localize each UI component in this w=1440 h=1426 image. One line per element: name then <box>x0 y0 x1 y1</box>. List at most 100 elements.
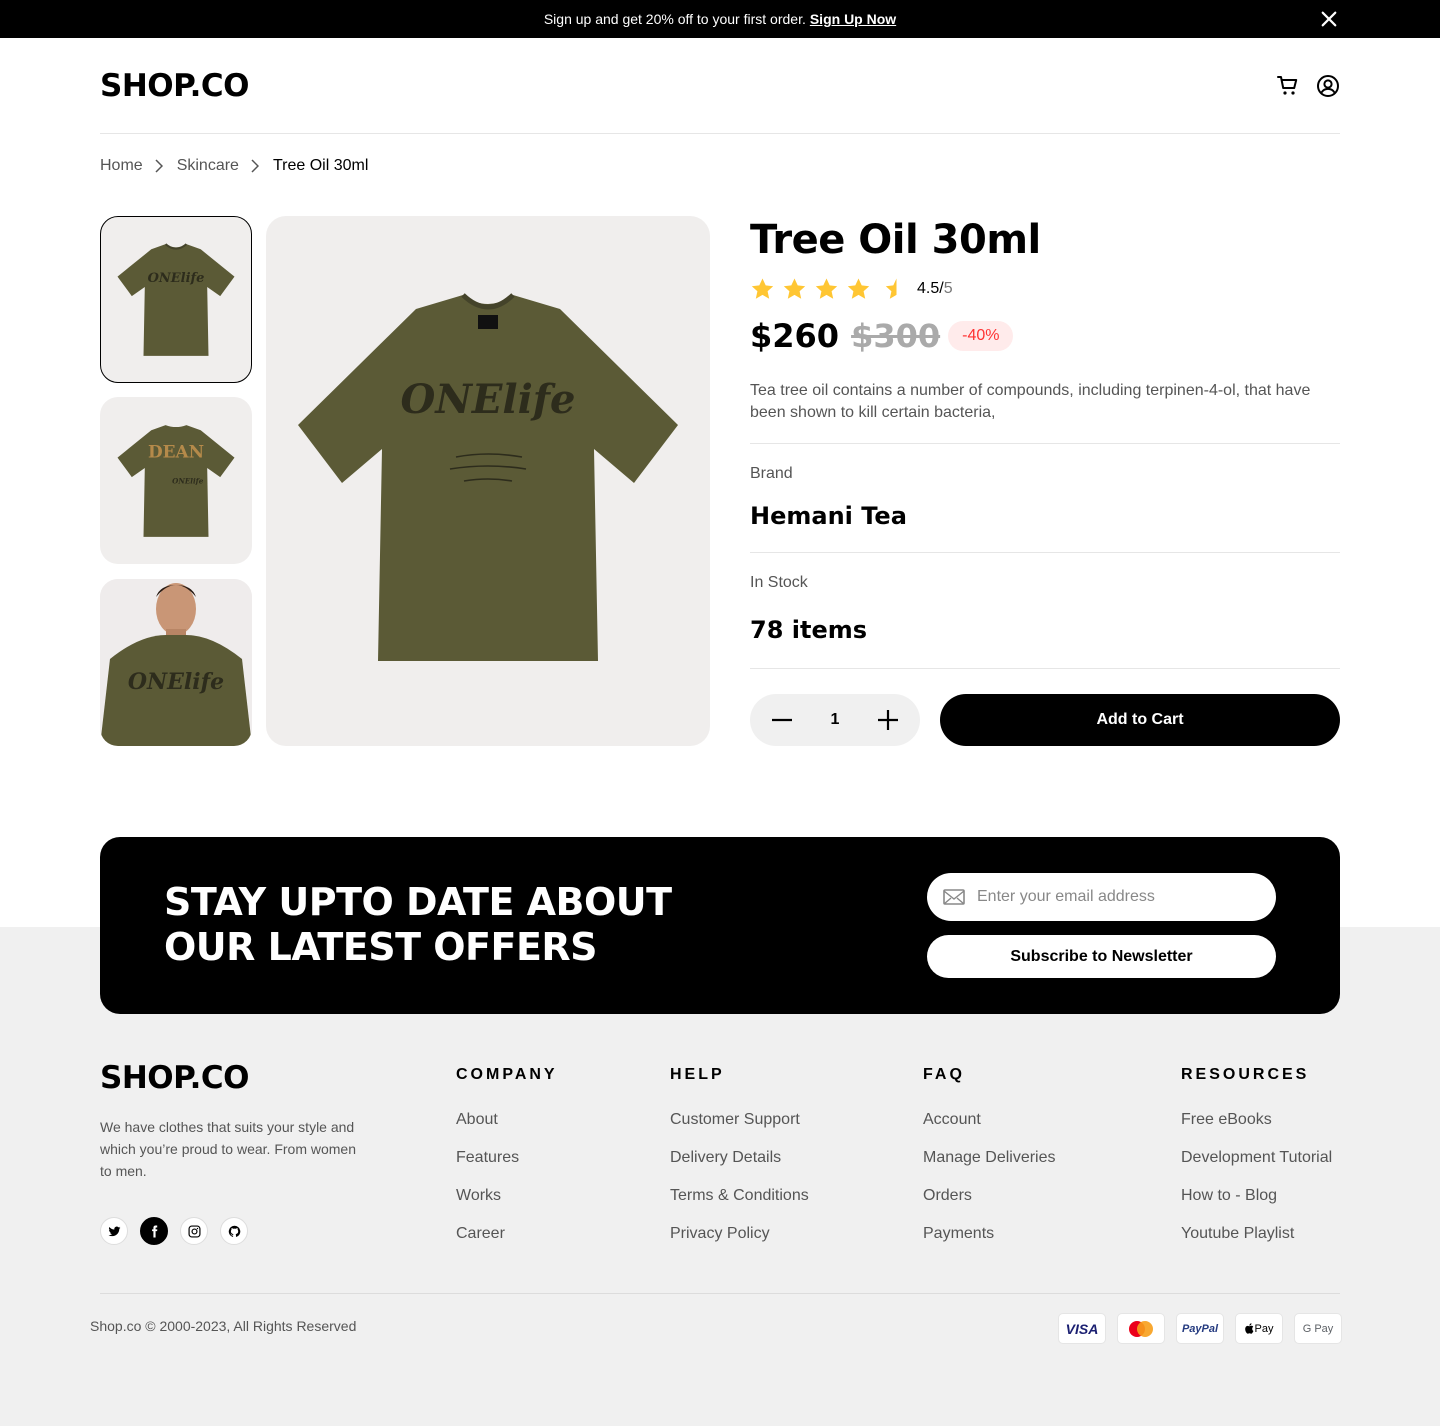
facebook-link[interactable] <box>140 1217 168 1245</box>
account-icon[interactable] <box>1316 74 1340 98</box>
subscribe-button[interactable]: Subscribe to Newsletter <box>927 935 1276 978</box>
price-row: $260 $300 -40% <box>750 316 1340 356</box>
product-main-image: ONElife <box>266 216 710 746</box>
footer-link-career[interactable]: Career <box>456 1224 558 1243</box>
stock-value: 78 items <box>750 616 868 644</box>
footer-column-title: RESOURCES <box>1181 1066 1310 1083</box>
chevron-right-icon <box>251 158 261 174</box>
footer-link-features[interactable]: Features <box>456 1148 558 1167</box>
footer-column-company: COMPANY About Features Works Career <box>456 1066 558 1262</box>
tshirt-main-image: ONElife <box>298 293 678 661</box>
model-photo: ONElife <box>100 579 252 746</box>
footer-link-youtube[interactable]: Youtube Playlist <box>1181 1224 1332 1243</box>
discount-badge: -40% <box>948 321 1014 351</box>
current-price: $260 <box>750 317 840 355</box>
newsletter-section: STAY UPTO DATE ABOUT OUR LATEST OFFERS S… <box>100 837 1340 1014</box>
footer-column-title: FAQ <box>923 1066 965 1083</box>
tshirt-back-image: DEAN ONElife <box>117 424 235 537</box>
rating-value: 4.5/ <box>917 280 944 297</box>
divider <box>750 552 1340 553</box>
promo-text: Sign up and get 20% off to your first or… <box>543 11 806 27</box>
mail-icon <box>943 889 965 905</box>
apple-pay-label: Pay <box>1254 1322 1274 1335</box>
close-icon[interactable] <box>1320 10 1338 28</box>
google-pay-label: G Pay <box>1302 1322 1334 1335</box>
plus-icon <box>878 710 898 730</box>
copyright: Shop.co © 2000-2023, All Rights Reserved <box>90 1318 357 1334</box>
increase-button[interactable] <box>876 708 900 732</box>
star-icon <box>783 278 806 299</box>
rating-text: 4.5/5 <box>917 280 953 298</box>
star-icon <box>847 278 870 299</box>
footer-column-title: COMPANY <box>456 1066 558 1083</box>
instagram-link[interactable] <box>180 1217 208 1245</box>
decrease-button[interactable] <box>770 708 794 732</box>
logo[interactable]: SHOP.CO <box>100 68 250 104</box>
email-input[interactable] <box>977 888 1257 906</box>
quantity-stepper: 1 <box>750 694 920 746</box>
breadcrumb-current: Tree Oil 30ml <box>272 157 369 174</box>
social-links <box>100 1217 248 1245</box>
footer-link-customer-support[interactable]: Customer Support <box>670 1110 809 1129</box>
shirt-back-print: DEAN <box>148 441 204 461</box>
chevron-right-icon <box>155 158 165 174</box>
footer-link-development-tutorial[interactable]: Development Tutorial <box>1181 1148 1332 1167</box>
twitter-icon <box>108 1226 120 1236</box>
newsletter-title-line1: STAY UPTO DATE ABOUT <box>164 880 672 924</box>
visa-icon: VISA <box>1058 1313 1106 1344</box>
divider <box>100 1293 1340 1294</box>
footer-link-delivery-details[interactable]: Delivery Details <box>670 1148 809 1167</box>
divider <box>750 668 1340 669</box>
twitter-link[interactable] <box>100 1217 128 1245</box>
footer-column-resources: RESOURCES Free eBooks Development Tutori… <box>1181 1066 1332 1262</box>
github-link[interactable] <box>220 1217 248 1245</box>
newsletter-title: STAY UPTO DATE ABOUT OUR LATEST OFFERS <box>164 880 724 970</box>
footer-column-title: HELP <box>670 1066 725 1083</box>
footer-link-terms[interactable]: Terms & Conditions <box>670 1186 809 1205</box>
breadcrumb-home[interactable]: Home <box>100 157 143 175</box>
shirt-print: ONElife <box>148 270 205 285</box>
quantity-value: 1 <box>830 711 840 728</box>
star-icon <box>815 278 838 299</box>
product-description: Tea tree oil contains a number of compou… <box>750 382 1311 421</box>
paypal-label: PayPal <box>1181 1322 1219 1335</box>
product-thumbnail-model[interactable]: ONElife <box>100 579 252 746</box>
footer-link-payments[interactable]: Payments <box>923 1224 1056 1243</box>
apple-pay-icon: Pay <box>1235 1313 1283 1344</box>
instagram-icon <box>187 1224 201 1238</box>
product-thumbnail-front[interactable]: ONElife <box>100 216 252 383</box>
breadcrumb-skincare[interactable]: Skincare <box>177 157 239 175</box>
breadcrumb: Home Skincare Tree Oil 30ml <box>100 157 368 175</box>
footer-link-privacy[interactable]: Privacy Policy <box>670 1224 809 1243</box>
rating-stars <box>750 277 903 301</box>
footer-link-works[interactable]: Works <box>456 1186 558 1205</box>
shirt-print: ONElife <box>401 376 576 423</box>
divider <box>750 443 1340 444</box>
brand-label: Brand <box>750 465 793 482</box>
shirt-print: ONElife <box>128 669 224 695</box>
product-thumbnail-back[interactable]: DEAN ONElife <box>100 397 252 564</box>
footer-link-orders[interactable]: Orders <box>923 1186 1056 1205</box>
promo-banner: Sign up and get 20% off to your first or… <box>0 0 1440 38</box>
footer-link-manage-deliveries[interactable]: Manage Deliveries <box>923 1148 1056 1167</box>
footer-link-account[interactable]: Account <box>923 1110 1056 1129</box>
google-pay-icon: G Pay <box>1294 1313 1342 1344</box>
star-icon <box>751 278 774 299</box>
sign-up-link[interactable]: Sign Up Now <box>810 11 896 27</box>
cart-icon[interactable] <box>1276 74 1300 98</box>
footer-link-blog[interactable]: How to - Blog <box>1181 1186 1332 1205</box>
footer-about: We have clothes that suits your style an… <box>100 1119 356 1179</box>
minus-icon <box>772 718 792 722</box>
email-field <box>927 873 1276 921</box>
payment-methods: VISA PayPal Pay G Pay <box>1058 1313 1342 1344</box>
add-to-cart-button[interactable]: Add to Cart <box>940 694 1340 746</box>
rating-max: 5 <box>943 280 953 297</box>
product-info: Tree Oil 30ml 4.5/5 $260 $300 -40% Tea t… <box>750 216 1340 669</box>
footer-link-free-ebooks[interactable]: Free eBooks <box>1181 1110 1332 1129</box>
footer-logo[interactable]: SHOP.CO <box>100 1060 250 1096</box>
footer-link-about[interactable]: About <box>456 1110 558 1129</box>
facebook-icon <box>151 1225 157 1237</box>
rating: 4.5/5 <box>750 276 1340 302</box>
visa-label: VISA <box>1065 1320 1099 1337</box>
brand-value: Hemani Tea <box>750 502 907 530</box>
